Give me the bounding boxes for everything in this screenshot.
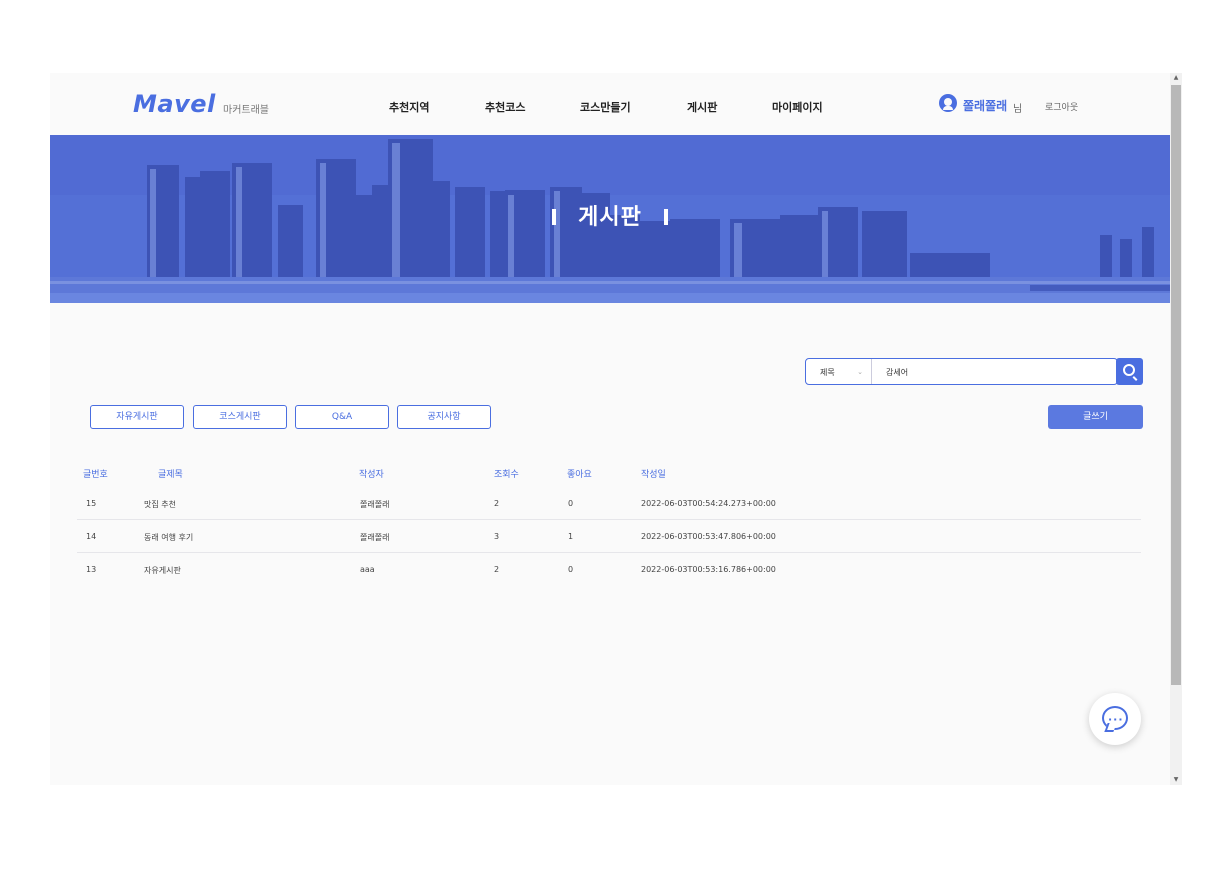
header-post-number: 글번호 [83,470,108,480]
nav-make-course[interactable]: 코스만들기 [580,99,631,115]
header-author: 작성자 [359,470,384,480]
row-title[interactable]: 동래 여행 후기 [144,532,193,543]
tab-notice[interactable]: 공지사항 [397,405,491,429]
scrollbar-thumb[interactable] [1171,85,1181,685]
row-title[interactable]: 자유게시판 [144,565,181,576]
row-likes: 0 [568,565,574,574]
row-likes: 0 [568,499,574,508]
banner: 게시판 [50,135,1170,303]
write-button[interactable]: 글쓰기 [1048,405,1143,429]
search-type-select[interactable]: 제목 ⌄ [806,359,872,384]
logout-link[interactable]: 로그아웃 [1045,100,1078,113]
scrollbar[interactable]: ▲ ▼ [1170,73,1182,785]
search-input[interactable]: 감세어 [886,367,908,378]
header-post-title: 글제목 [158,470,183,480]
search-type-value: 제목 [820,368,835,377]
title-bar-right [663,209,668,225]
user-avatar-icon[interactable] [939,94,957,112]
chat-dots: ··· [1108,713,1124,726]
search-button[interactable] [1116,358,1143,385]
header-date: 작성일 [641,470,666,480]
nav-board[interactable]: 게시판 [687,99,717,115]
banner-title: 게시판 [50,199,1170,231]
app-window: Mavel 마커트래블 추천지역 추천코스 코스만들기 게시판 마이페이지 쫄래… [50,73,1170,785]
nav-mypage[interactable]: 마이페이지 [772,99,823,115]
row-author: 쫄래쫄래 [360,500,390,509]
row-views: 2 [494,499,500,508]
row-date: 2022-06-03T00:53:16.786+00:00 [641,565,776,574]
row-number: 14 [86,532,97,541]
chat-button[interactable]: ··· [1089,693,1141,745]
row-date: 2022-06-03T00:53:47.806+00:00 [641,532,776,541]
row-author: 쫄래쫄래 [360,533,390,542]
top-header: Mavel 마커트래블 추천지역 추천코스 코스만들기 게시판 마이페이지 쫄래… [50,73,1170,135]
row-views: 3 [494,532,500,541]
row-views: 2 [494,565,500,574]
nav-recommended-region[interactable]: 추천지역 [389,99,429,115]
row-number: 13 [86,565,97,574]
title-bar-left [552,209,557,225]
tab-qna[interactable]: Q&A [295,405,389,429]
scroll-up-icon[interactable]: ▲ [1170,73,1182,83]
logo-subtitle: 마커트래블 [223,105,269,116]
table-row[interactable]: 15 맛집 추천 쫄래쫄래 2 0 2022-06-03T00:54:24.27… [77,487,1141,520]
row-author: aaa [360,565,375,574]
search-box: 제목 ⌄ 감세어 [805,358,1118,385]
header-likes: 좋아요 [567,470,592,480]
search-icon [1123,364,1135,376]
user-suffix: 님 [1013,104,1023,115]
chevron-down-icon: ⌄ [857,368,863,376]
nav-recommended-course[interactable]: 추천코스 [485,99,525,115]
scroll-down-icon[interactable]: ▼ [1170,775,1182,785]
tab-course-board[interactable]: 코스게시판 [193,405,287,429]
table-row[interactable]: 13 자유게시판 aaa 2 0 2022-06-03T00:53:16.786… [77,553,1141,586]
logo[interactable]: Mavel [133,90,216,118]
user-name[interactable]: 쫄래쫄래 [963,97,1007,114]
table-row[interactable]: 14 동래 여행 후기 쫄래쫄래 3 1 2022-06-03T00:53:47… [77,520,1141,553]
row-likes: 1 [568,532,574,541]
row-title[interactable]: 맛집 추천 [144,499,176,510]
row-number: 15 [86,499,97,508]
tab-free-board[interactable]: 자유게시판 [90,405,184,429]
header-views: 조회수 [494,470,519,480]
banner-title-text: 게시판 [578,205,642,230]
row-date: 2022-06-03T00:54:24.273+00:00 [641,499,776,508]
